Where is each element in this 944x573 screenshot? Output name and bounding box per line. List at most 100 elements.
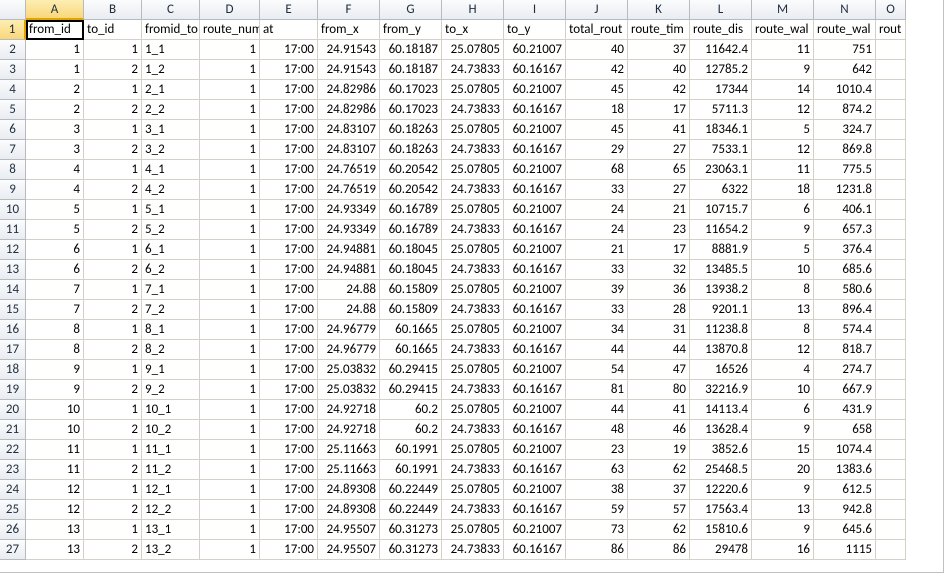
- cell[interactable]: 24.95507: [318, 520, 380, 540]
- cell[interactable]: 60.21007: [504, 400, 566, 420]
- cell[interactable]: 8_1: [142, 320, 200, 340]
- cell[interactable]: [876, 460, 906, 480]
- cell[interactable]: [876, 500, 906, 520]
- cell[interactable]: 60.21007: [504, 200, 566, 220]
- cell[interactable]: [876, 80, 906, 100]
- cell[interactable]: 23: [566, 440, 628, 460]
- cell[interactable]: 25.07805: [442, 160, 504, 180]
- cell[interactable]: 24.89308: [318, 480, 380, 500]
- cell[interactable]: 1: [200, 500, 260, 520]
- cell[interactable]: 41: [628, 400, 690, 420]
- cell[interactable]: 11654.2: [690, 220, 752, 240]
- cell[interactable]: 6_2: [142, 260, 200, 280]
- cell[interactable]: 36: [628, 280, 690, 300]
- cell[interactable]: 13870.8: [690, 340, 752, 360]
- cell[interactable]: 1: [84, 40, 142, 60]
- row-header[interactable]: 6: [0, 120, 26, 140]
- cell[interactable]: 642: [814, 60, 876, 80]
- cell[interactable]: 657.3: [814, 220, 876, 240]
- cell[interactable]: 60.22449: [380, 500, 442, 520]
- cell[interactable]: 685.6: [814, 260, 876, 280]
- cell[interactable]: 25.03832: [318, 360, 380, 380]
- cell[interactable]: from_y: [380, 20, 442, 40]
- cell[interactable]: 47: [628, 360, 690, 380]
- row-header[interactable]: 16: [0, 320, 26, 340]
- cell[interactable]: 37: [628, 480, 690, 500]
- row-header[interactable]: 19: [0, 380, 26, 400]
- cell[interactable]: 17:00: [260, 240, 318, 260]
- cell[interactable]: 60.16167: [504, 420, 566, 440]
- cell[interactable]: 324.7: [814, 120, 876, 140]
- cell[interactable]: 40: [628, 60, 690, 80]
- row-header[interactable]: 20: [0, 400, 26, 420]
- cell[interactable]: 1: [200, 280, 260, 300]
- cell[interactable]: 667.9: [814, 380, 876, 400]
- cell[interactable]: 1: [200, 460, 260, 480]
- row-header[interactable]: 21: [0, 420, 26, 440]
- cell[interactable]: 60.16167: [504, 140, 566, 160]
- cell[interactable]: 4: [752, 360, 814, 380]
- cell[interactable]: 2: [84, 380, 142, 400]
- cell[interactable]: 1: [84, 80, 142, 100]
- cell[interactable]: 21: [628, 200, 690, 220]
- cell[interactable]: 11_2: [142, 460, 200, 480]
- cell[interactable]: 1231.8: [814, 180, 876, 200]
- column-header-E[interactable]: E: [260, 0, 318, 20]
- cell[interactable]: 1: [200, 180, 260, 200]
- cell[interactable]: 1: [200, 420, 260, 440]
- cell[interactable]: 60.1665: [380, 320, 442, 340]
- row-header[interactable]: 1: [0, 20, 26, 40]
- cell[interactable]: 60.15809: [380, 300, 442, 320]
- cell[interactable]: 2_2: [142, 100, 200, 120]
- cell[interactable]: 33: [566, 260, 628, 280]
- cell[interactable]: route_tim: [628, 20, 690, 40]
- cell[interactable]: 68: [566, 160, 628, 180]
- cell[interactable]: 9_2: [142, 380, 200, 400]
- cell[interactable]: 869.8: [814, 140, 876, 160]
- cell[interactable]: 9: [26, 360, 84, 380]
- cell[interactable]: 1383.6: [814, 460, 876, 480]
- row-header[interactable]: 22: [0, 440, 26, 460]
- cell[interactable]: 8: [26, 320, 84, 340]
- cell[interactable]: 29478: [690, 540, 752, 560]
- cell[interactable]: 11: [752, 160, 814, 180]
- cell[interactable]: 42: [628, 80, 690, 100]
- cell[interactable]: 1: [84, 360, 142, 380]
- cell[interactable]: 1: [200, 340, 260, 360]
- cell[interactable]: 17:00: [260, 340, 318, 360]
- cell[interactable]: 45: [566, 80, 628, 100]
- cell[interactable]: 2: [84, 300, 142, 320]
- cell[interactable]: 17:00: [260, 280, 318, 300]
- cell[interactable]: 8: [752, 280, 814, 300]
- cell[interactable]: 9: [26, 380, 84, 400]
- cell[interactable]: 60.21007: [504, 440, 566, 460]
- cell[interactable]: 645.6: [814, 520, 876, 540]
- cell[interactable]: [876, 320, 906, 340]
- cell[interactable]: 24.83107: [318, 140, 380, 160]
- cell[interactable]: 80: [628, 380, 690, 400]
- cell[interactable]: 6: [26, 240, 84, 260]
- cell[interactable]: 17:00: [260, 540, 318, 560]
- cell[interactable]: 14: [752, 80, 814, 100]
- row-header[interactable]: 3: [0, 60, 26, 80]
- cell[interactable]: 16: [752, 540, 814, 560]
- cell[interactable]: 20: [752, 460, 814, 480]
- cell[interactable]: 60.1991: [380, 460, 442, 480]
- cell[interactable]: 1: [200, 100, 260, 120]
- cell[interactable]: 1: [26, 40, 84, 60]
- cell[interactable]: 86: [566, 540, 628, 560]
- cell[interactable]: to_x: [442, 20, 504, 40]
- cell[interactable]: 73: [566, 520, 628, 540]
- cell[interactable]: 60.16167: [504, 100, 566, 120]
- cell[interactable]: 2_1: [142, 80, 200, 100]
- cell[interactable]: 1: [200, 480, 260, 500]
- cell[interactable]: 27: [628, 140, 690, 160]
- cell[interactable]: 1: [200, 260, 260, 280]
- cell[interactable]: 11: [752, 40, 814, 60]
- cell[interactable]: 60.16167: [504, 300, 566, 320]
- cell[interactable]: 24.94881: [318, 240, 380, 260]
- cell[interactable]: 25.07805: [442, 360, 504, 380]
- column-header-F[interactable]: F: [318, 0, 380, 20]
- cell[interactable]: 1010.4: [814, 80, 876, 100]
- cell[interactable]: 12_2: [142, 500, 200, 520]
